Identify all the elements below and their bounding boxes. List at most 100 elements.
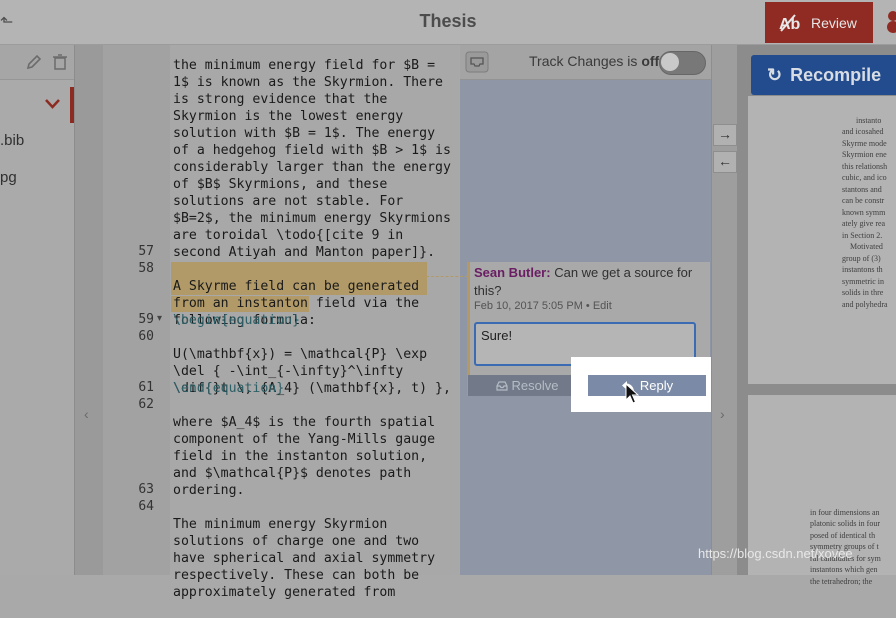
pdf-text-line: can be constr [842,196,885,205]
recompile-button[interactable]: ↻ Recompile [751,55,896,95]
code-line: is strong evidence that the [173,92,388,107]
pdf-text-line: posed of identical th [810,530,876,540]
comment-edit-link[interactable]: Edit [593,300,612,312]
recompile-label: Recompile [790,64,882,85]
expand-pdf-chevron-icon[interactable]: › [720,406,725,422]
code-line: solutions are not stable. For [173,194,404,209]
file-tree-splitter[interactable] [74,45,103,575]
code-line: $B=2$, the minimum energy Skyrmions [173,211,451,226]
pdf-text-line: instantons which gen [810,565,878,574]
code-line: second Atiyah and Manton paper]}. [173,245,436,260]
pdf-text-line: ately give rea [842,219,886,228]
pdf-text-line: Skyrme mode [842,138,887,148]
comment-meta: Feb 10, 2017 5:05 PM • Edit [474,300,612,312]
pdf-text-line: known symm [842,207,886,217]
mouse-cursor-icon [625,383,639,404]
pdf-text-line: symmetric in [842,276,884,286]
review-button[interactable]: Ab Review [765,2,873,43]
pdf-text-line: in four dimensions an [810,507,880,517]
collapse-tree-chevron-icon[interactable]: ‹ [84,406,89,422]
code-line: U(\mathbf{x}) = \mathcal{P} \exp [173,347,428,362]
pdf-text-line: cubic, and ico [842,173,887,182]
code-line: field in the instanton solution, [173,449,428,464]
code-line: solution with $B = 1$. The energy [173,126,436,141]
code-line: the minimum energy field for $B = [173,58,436,73]
code-line: considerably larger than the energy [173,160,451,175]
pdf-text-line: and polyhedra [842,299,888,309]
code-line-59: \begin{equation} [173,313,301,328]
line-number: 61 [138,380,154,395]
comment-connector-line [426,276,468,277]
pdf-text-line: the tetrahedron; the [810,576,873,586]
code-line: from an instanton field via the [173,296,420,311]
code-line: are toroidal \todo{[cite 9 in [173,228,404,243]
pdf-text-line: Motivated [842,242,883,251]
reply-button[interactable]: Reply [588,375,706,396]
watermark-text: https://blog.csdn.net/xovee [698,546,853,561]
pdf-text-line: group of (3) [842,253,881,263]
track-changes-status: Track Changes is off [529,53,659,69]
code-line: A Skyrme field can be generated [173,279,420,294]
comment-author: Sean Butler: [474,265,551,280]
code-line: have spherical and axial symmetry [173,551,436,566]
pdf-text-line: in Section 2. [842,230,883,240]
pdf-text-line: stantons and [842,184,882,194]
toggle-knob[interactable] [661,53,679,71]
code-line: \del { -\int_{-\infty}^\infty [173,364,404,379]
code-line: and $\mathcal{P}$ denotes path [173,466,412,481]
code-line: of a hedgehog field with $B > 1$ is [173,143,451,158]
pdf-page-text: instanto and icosahed Skyrme mode Skyrmion … [842,103,888,322]
resolve-label: Resolve [511,378,559,393]
file-item-pg[interactable]: pg [0,169,17,186]
pdf-text-line: and icosahed [842,127,884,136]
track-changes-icon: Ab [779,13,801,33]
code-line-61: \end{equation} [173,381,285,396]
comment-body: Sean Butler: Can we get a source for thi… [474,264,704,300]
pdf-text-line: solids in thre [842,288,884,297]
code-block-top: the minimum energy field for $B = 1$ is k… [173,40,451,278]
pencil-icon[interactable] [26,54,42,70]
chevron-down-icon[interactable] [45,98,60,110]
fold-toggle-icon[interactable]: ▾ [157,313,162,324]
code-line: The minimum energy Skyrmion [173,517,388,532]
code-line: of $B$ Skyrmions, and these [173,177,388,192]
code-line: Skyrmion is the lowest energy [173,109,404,124]
line-number: 59 [138,312,154,327]
inbox-icon [495,380,508,391]
file-item-bib[interactable]: .bib [0,132,24,149]
line-number: 64 [138,499,154,514]
line-number: 58 [138,261,154,276]
line-number: 60 [138,329,154,344]
code-line-64: The minimum energy Skyrmion solutions of … [173,499,435,618]
comment-date: Feb 10, 2017 5:05 PM [474,300,583,312]
file-tree [0,45,74,575]
code-line: where $A_4$ is the fourth spatial [173,415,436,430]
chat-icon[interactable] [884,10,896,34]
review-label: Review [811,14,857,31]
refresh-icon: ↻ [767,64,783,85]
line-number: 63 [138,482,154,497]
line-number: 62 [138,397,154,412]
line-number: 57 [138,244,154,259]
code-line: approximately generated from [173,585,396,600]
pdf-text-line: platonic solids in four [810,519,880,528]
sync-to-pdf-arrow-icon[interactable]: → [713,124,737,146]
sync-to-code-arrow-icon[interactable]: ← [713,151,737,173]
pdf-text-line: this relationsh [842,161,888,171]
code-line: ordering. [173,483,245,498]
meta-separator: • [585,300,593,312]
code-line: 1$ is known as the Skyrmion. There [173,75,443,90]
code-line: respectively. These can both be [173,568,420,583]
trash-icon[interactable] [52,54,68,70]
code-line: component of the Yang-Mills gauge [173,432,436,447]
project-title: Thesis [419,11,477,31]
code-line: solutions of charge one and two [173,534,420,549]
pdf-text-line: Skyrmion ene [842,150,887,159]
track-changes-state: off [641,53,660,69]
inbox-icon[interactable] [465,51,489,73]
pdf-text-line: instantons th [842,265,883,274]
reply-label: Reply [639,378,674,393]
resolve-button[interactable]: Resolve [468,375,586,396]
pdf-text-line: instanto [856,115,882,125]
track-changes-label: Track Changes is [529,53,638,69]
